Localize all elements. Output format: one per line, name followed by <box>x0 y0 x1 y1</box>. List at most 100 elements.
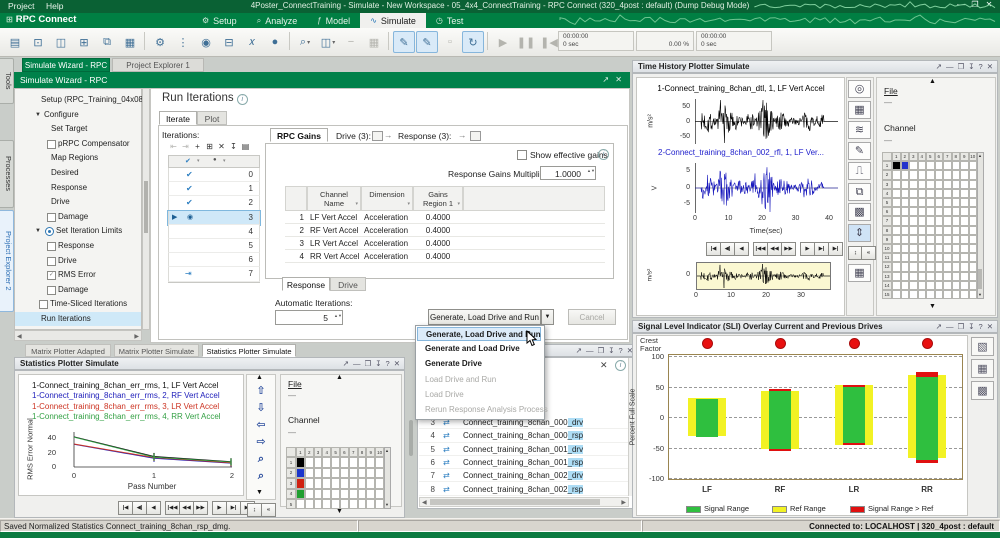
th-grid-cell[interactable] <box>952 161 961 170</box>
th-grid-cell[interactable] <box>943 235 952 244</box>
stats-grid-cell[interactable] <box>366 457 375 467</box>
th-grid-cell[interactable] <box>969 216 978 225</box>
th-grid-cell[interactable] <box>901 198 910 207</box>
th-grid-cell[interactable] <box>909 244 918 253</box>
stats-nav-pan-right[interactable]: ▶▶ <box>193 501 208 515</box>
stats-grid-cell[interactable] <box>358 478 367 488</box>
window-split-icon[interactable]: ◫ <box>50 31 72 53</box>
stats-grid-cell[interactable] <box>322 499 331 509</box>
layout-icon[interactable]: ◫▾ <box>317 31 339 53</box>
th-grid-cell[interactable] <box>952 272 961 281</box>
th-grid-cell[interactable] <box>935 161 944 170</box>
stats-grid-cell[interactable] <box>305 468 314 478</box>
th-grid-cell[interactable] <box>892 253 901 262</box>
pan-right-icon[interactable]: ⇨ <box>250 435 272 450</box>
refresh-icon[interactable]: ↻ <box>462 31 484 53</box>
lock-scale-icon[interactable]: ⇕ <box>848 224 871 242</box>
th-grid-cell[interactable] <box>952 226 961 235</box>
stats-grid-cell[interactable] <box>322 489 331 499</box>
th-grid-cell[interactable] <box>969 290 978 299</box>
th-grid-cell[interactable] <box>918 180 927 189</box>
th-grid-cell[interactable] <box>943 161 952 170</box>
tree-horizontal-scrollbar[interactable]: ◀▶ <box>14 330 142 341</box>
th-grid-cell[interactable] <box>960 226 969 235</box>
th-grid-cell[interactable] <box>901 281 910 290</box>
save-icon[interactable]: ▤ <box>4 31 26 53</box>
iteration-row[interactable]: 6 <box>168 253 260 267</box>
expander-icon[interactable]: ▼ <box>35 224 41 238</box>
th-grid-cell[interactable] <box>952 189 961 198</box>
th-grid-cell[interactable] <box>960 281 969 290</box>
tab-drive[interactable]: Drive <box>330 277 366 291</box>
th-nav-shrink[interactable]: |◀◀ <box>753 242 768 256</box>
scroll-down-icon[interactable]: ▼ <box>929 303 936 310</box>
th-rewind-icon[interactable]: « <box>861 246 876 260</box>
th-grid-cell[interactable] <box>926 180 935 189</box>
th-grid-cell[interactable] <box>926 216 935 225</box>
signal-edit-2-icon[interactable]: ✎ <box>416 31 438 53</box>
iter-report-icon[interactable]: ▤ <box>240 141 251 152</box>
th-grid-cell[interactable] <box>943 216 952 225</box>
iter-insert-icon[interactable]: ⊞ <box>204 141 215 152</box>
th-grid-cell[interactable] <box>960 207 969 216</box>
scroll-down-icon[interactable]: ▼ <box>336 508 343 515</box>
copy-icon[interactable]: ⧉ <box>848 183 871 201</box>
th-grid-cell[interactable] <box>943 244 952 253</box>
sli-config-icon[interactable]: ▧ <box>971 337 994 356</box>
stats-grid-scrollbar[interactable] <box>384 447 391 509</box>
stats-grid-cell[interactable] <box>331 457 340 467</box>
menu-item-load-drive-and-run[interactable]: Load Drive and Run <box>417 373 541 387</box>
th-grid-cell[interactable] <box>943 180 952 189</box>
scroll-left-icon[interactable]: ◀ <box>422 499 427 506</box>
iteration-row[interactable]: 5 <box>168 239 260 253</box>
th-grid-cell[interactable] <box>892 226 901 235</box>
menu-item-rerun-response-analysis-process[interactable]: Rerun Response Analysis Process <box>417 403 541 417</box>
stats-nav-next-page[interactable]: ▶| <box>226 501 241 515</box>
th-grid-cell[interactable] <box>952 198 961 207</box>
wizard-header-icons[interactable]: ↗ ✕ <box>602 72 624 88</box>
th-grid-cell[interactable] <box>935 253 944 262</box>
th-grid-cell[interactable] <box>892 290 901 299</box>
th-grid-cell[interactable] <box>918 216 927 225</box>
play-icon[interactable]: ▶ <box>492 31 514 53</box>
th-nav-prev-page[interactable]: ◀| <box>720 242 735 256</box>
stats-grid-cell[interactable] <box>296 457 305 467</box>
th-grid-cell[interactable] <box>969 281 978 290</box>
stats-grid-cell[interactable] <box>375 489 384 499</box>
th-grid-cell[interactable] <box>909 272 918 281</box>
th-grid-cell[interactable] <box>892 262 901 271</box>
maximize-icon[interactable]: ❐ <box>958 62 966 71</box>
stats-grid-cell[interactable] <box>322 478 331 488</box>
minimize-icon[interactable]: — <box>353 359 362 368</box>
pin-icon[interactable]: ↧ <box>375 359 382 368</box>
stats-nav-prev[interactable]: ◀ <box>146 501 161 515</box>
th-grid-cell[interactable] <box>952 180 961 189</box>
window-tile-icon[interactable]: ▦ <box>119 31 141 53</box>
file-row[interactable]: 8⇄Connect_training_8chan_002_rsp <box>419 483 629 496</box>
th-grid-cell[interactable] <box>926 272 935 281</box>
float-icon[interactable]: ↗ <box>936 322 943 331</box>
pause-icon[interactable]: ❚❚ <box>515 31 537 53</box>
scroll-right-icon[interactable]: ▶ <box>621 499 626 506</box>
paste-icon[interactable]: ⊡ <box>27 31 49 53</box>
th-grid-cell[interactable] <box>935 235 944 244</box>
stats-grid-cell[interactable] <box>331 489 340 499</box>
minimize-icon[interactable]: — <box>946 62 955 71</box>
menu-item-load-drive[interactable]: Load Drive <box>417 388 541 402</box>
th-grid-cell[interactable] <box>926 207 935 216</box>
run-process-icon[interactable]: ◉ <box>195 31 217 53</box>
stats-grid-cell[interactable] <box>314 468 323 478</box>
th-grid-cell[interactable] <box>935 198 944 207</box>
stats-grid-cell[interactable] <box>349 489 358 499</box>
th-grid-cell[interactable] <box>960 235 969 244</box>
step-back-icon[interactable]: ❚◀ <box>538 31 560 53</box>
th-nav-first[interactable]: |◀ <box>706 242 721 256</box>
sli-chart-icon[interactable]: ▩ <box>971 381 994 400</box>
stats-grid-cell[interactable] <box>340 478 349 488</box>
stats-nav-next[interactable]: ▶ <box>212 501 227 515</box>
th-grid-cell[interactable] <box>901 189 910 198</box>
th-grid-cell[interactable] <box>969 198 978 207</box>
th-grid-cell[interactable] <box>969 170 978 179</box>
th-grid-cell[interactable] <box>918 272 927 281</box>
tree-item-prpc-compensator[interactable]: pRPC Compensator <box>15 137 141 151</box>
